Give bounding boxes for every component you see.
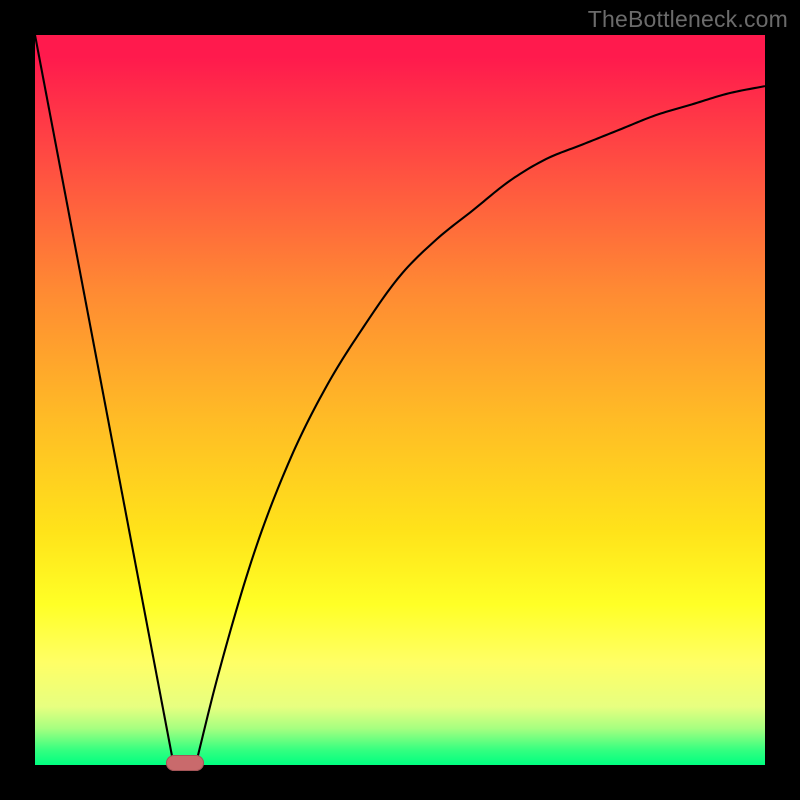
curve-layer: [35, 35, 765, 765]
watermark-text: TheBottleneck.com: [588, 6, 788, 33]
curve-right: [196, 86, 765, 765]
chart-frame: TheBottleneck.com: [0, 0, 800, 800]
curve-left: [35, 35, 174, 765]
plot-area: [35, 35, 765, 765]
